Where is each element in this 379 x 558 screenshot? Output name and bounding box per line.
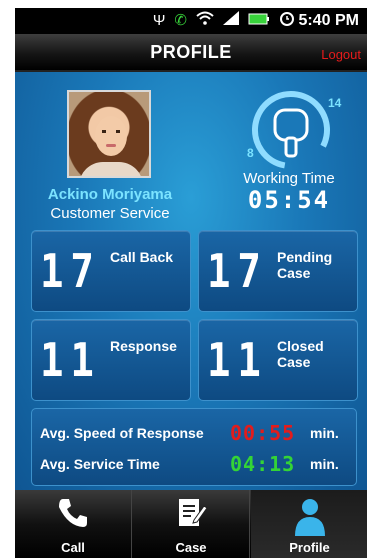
- tile-pending-case[interactable]: 17 Pending Case: [198, 230, 358, 312]
- tile-count: 17: [40, 244, 101, 298]
- alarm-icon: [279, 10, 295, 32]
- stat-label: Avg. Service Time: [40, 456, 160, 472]
- stat-label: Avg. Speed of Response: [40, 425, 204, 441]
- user-role: Customer Service: [50, 205, 170, 222]
- stat-value: 04:13: [230, 452, 296, 476]
- person-icon: [251, 496, 367, 536]
- tab-label: Call: [61, 540, 85, 555]
- stat-value: 00:55: [230, 421, 296, 445]
- avatar: [67, 90, 151, 178]
- battery-icon: [248, 11, 270, 31]
- phone-call-icon: ✆: [174, 12, 187, 29]
- stat-unit: min.: [310, 456, 339, 472]
- title-bar: PROFILE Logout: [15, 34, 367, 72]
- logout-button[interactable]: Logout: [321, 47, 361, 62]
- tab-profile[interactable]: Profile: [251, 490, 367, 558]
- tile-label: Pending Case: [277, 249, 333, 281]
- tile-label: Call Back: [110, 249, 174, 265]
- phone-icon: [15, 496, 131, 536]
- tile-call-back[interactable]: 17 Call Back: [31, 230, 191, 312]
- tab-call[interactable]: Call: [15, 490, 132, 558]
- user-name: Ackino Moriyama: [47, 186, 173, 203]
- stat-unit: min.: [310, 425, 339, 441]
- tile-label: Closed Case: [277, 338, 324, 370]
- status-bar: Ψ ✆ 5:40 PM: [15, 8, 367, 34]
- tab-case[interactable]: Case: [133, 490, 250, 558]
- stat-row-service-time: Avg. Service Time 04:13 min.: [40, 452, 348, 476]
- signal-icon: [223, 11, 239, 31]
- working-time-gauge: [252, 91, 330, 169]
- bottom-tab-bar: Call Case Profile: [15, 490, 367, 558]
- page-title: PROFILE: [150, 42, 232, 62]
- tile-closed-case[interactable]: 11 Closed Case: [198, 319, 358, 401]
- wifi-icon: [196, 11, 214, 31]
- case-edit-icon: [133, 496, 249, 536]
- status-time: 5:40 PM: [298, 12, 359, 29]
- gauge-top-number: 14: [328, 96, 342, 110]
- usb-icon: Ψ: [152, 12, 166, 29]
- gauge-bottom-number: 8: [247, 146, 254, 160]
- profile-dashboard: Ackino Moriyama Customer Service 14 8 Wo…: [15, 72, 367, 490]
- tile-response[interactable]: 11 Response: [31, 319, 191, 401]
- phone-screen: Ψ ✆ 5:40 PM PROFILE Logout Ackino Moriya…: [15, 8, 367, 558]
- working-time-value: 05:54: [247, 186, 331, 214]
- working-time-label: Working Time: [243, 170, 335, 187]
- tab-label: Case: [175, 540, 207, 555]
- stat-row-response-speed: Avg. Speed of Response 00:55 min.: [40, 421, 348, 445]
- stats-panel: Avg. Speed of Response 00:55 min. Avg. S…: [31, 408, 357, 486]
- status-icons: Ψ ✆: [153, 11, 295, 31]
- tile-count: 11: [40, 333, 101, 387]
- tab-label: Profile: [289, 540, 330, 555]
- tile-count: 17: [207, 244, 268, 298]
- tile-label: Response: [110, 338, 177, 354]
- tile-count: 11: [207, 333, 268, 387]
